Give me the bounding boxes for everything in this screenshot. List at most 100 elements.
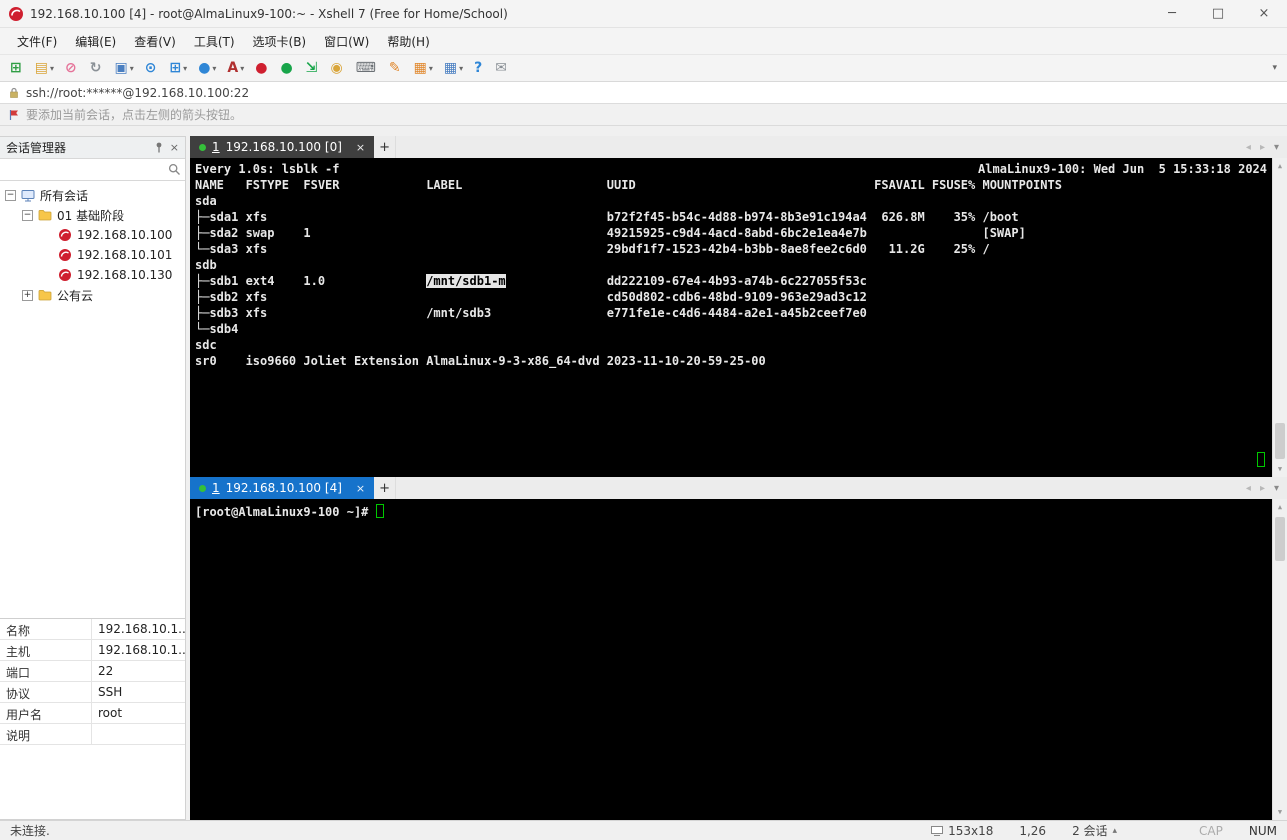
reconnect-button[interactable]: ↻ bbox=[86, 59, 108, 77]
scroll-down-icon[interactable]: ▼ bbox=[1273, 462, 1287, 476]
tab-scroll-right-icon[interactable]: ▸ bbox=[1260, 483, 1265, 494]
tree-item-all-sessions[interactable]: − 所有会话 bbox=[0, 185, 185, 205]
window-title: 192.168.10.100 [4] - root@AlmaLinux9-100… bbox=[30, 6, 508, 21]
tab-scroll-left-icon[interactable]: ◂ bbox=[1246, 483, 1251, 494]
menu-bar: 文件(F) 编辑(E) 查看(V) 工具(T) 选项卡(B) 窗口(W) 帮助(… bbox=[0, 28, 1287, 54]
toolbar-glyph-icon: ● bbox=[280, 60, 293, 76]
new-tab-button[interactable]: + bbox=[374, 136, 397, 158]
tab-scroll-right-icon[interactable]: ▸ bbox=[1260, 142, 1265, 153]
tree-item-session[interactable]: 192.168.10.100 bbox=[0, 225, 185, 245]
pin-icon[interactable] bbox=[154, 142, 164, 153]
toolbar-glyph-icon: ↻ bbox=[89, 60, 102, 76]
xshell-button[interactable]: ● bbox=[251, 59, 273, 77]
help-button[interactable]: ? bbox=[470, 59, 488, 77]
terminal-bottom[interactable]: [root@AlmaLinux9-100 ~]# ▲ ▼ bbox=[190, 499, 1287, 820]
tab-scroll-left-icon[interactable]: ◂ bbox=[1246, 142, 1251, 153]
new-window-button[interactable]: ⊞ ▾ bbox=[165, 59, 191, 77]
tab-session-bottom[interactable]: 1 192.168.10.100 [4] × bbox=[190, 477, 375, 499]
terminal-top[interactable]: Every 1.0s: lsblk -f AlmaLinux9-100: Wed… bbox=[190, 158, 1287, 477]
property-row: 名称 192.168.10.1... bbox=[0, 619, 185, 640]
scrollbar-top[interactable]: ▲ ▼ bbox=[1272, 158, 1287, 477]
xftp-transfer-button[interactable]: ● bbox=[277, 59, 299, 77]
scrollbar-thumb[interactable] bbox=[1275, 517, 1285, 561]
scroll-up-icon[interactable]: ▲ bbox=[1273, 159, 1287, 173]
scrollbar-bottom[interactable]: ▲ ▼ bbox=[1272, 499, 1287, 820]
menu-tools[interactable]: 工具(T) bbox=[185, 29, 244, 54]
new-session-button[interactable]: ⊞ bbox=[6, 59, 28, 77]
tree-expander-icon[interactable]: + bbox=[22, 289, 33, 301]
close-button[interactable]: × bbox=[1241, 0, 1287, 27]
scrollbar-thumb[interactable] bbox=[1275, 423, 1285, 459]
disconnect-button[interactable]: ⊘ bbox=[61, 59, 83, 77]
feedback-button[interactable]: ✉ bbox=[491, 59, 513, 77]
toolbar-buttons: ⊞ ▤▾ ⊘ ↻ ▣▾ ⊙ ⊞▾ ●▾ A▾ ● ● ⇲ ◉ ⌨ ✎ bbox=[6, 59, 516, 77]
menu-tabs[interactable]: 选项卡(B) bbox=[244, 29, 316, 54]
tree-item-session[interactable]: 192.168.10.130 bbox=[0, 265, 185, 285]
sessions-popup-icon[interactable]: ▴ bbox=[1113, 826, 1118, 836]
maximize-button[interactable]: □ bbox=[1195, 0, 1241, 27]
address-url[interactable]: ssh://root:******@192.168.10.100:22 bbox=[26, 86, 249, 100]
toolbar-glyph-icon: ⇲ bbox=[305, 60, 318, 76]
minimize-button[interactable]: ─ bbox=[1149, 0, 1195, 27]
tab-close-icon[interactable]: × bbox=[348, 482, 365, 495]
tree-item-folder-basic[interactable]: − 01 基础阶段 bbox=[0, 205, 185, 225]
lock-screen-button[interactable]: ◉ bbox=[326, 59, 348, 77]
menu-help[interactable]: 帮助(H) bbox=[378, 29, 438, 54]
property-label: 用户名 bbox=[0, 703, 92, 723]
web-tools-button[interactable]: ● ▾ bbox=[194, 59, 220, 77]
property-label: 主机 bbox=[0, 640, 92, 660]
open-session-button[interactable]: ▤ ▾ bbox=[31, 59, 58, 77]
find-button[interactable]: ⊙ bbox=[141, 59, 163, 77]
session-search-input[interactable] bbox=[4, 160, 168, 179]
virtual-keyboard-button[interactable]: ⌨ bbox=[352, 59, 382, 77]
scroll-down-icon[interactable]: ▼ bbox=[1273, 805, 1287, 819]
menu-view[interactable]: 查看(V) bbox=[125, 29, 185, 54]
toolbar-glyph-icon: ⊘ bbox=[64, 60, 77, 76]
menu-edit[interactable]: 编辑(E) bbox=[66, 29, 125, 54]
tree-expander-icon[interactable]: − bbox=[5, 189, 16, 201]
connected-dot-icon bbox=[199, 143, 206, 151]
terminal-area: 1 192.168.10.100 [0] × + ◂ ▸ ▾ Every 1.0… bbox=[190, 136, 1287, 820]
tree-expander-icon[interactable]: − bbox=[22, 209, 33, 221]
tree-item-folder-cloud[interactable]: + 公有云 bbox=[0, 285, 185, 305]
compose-button[interactable]: ✎ bbox=[385, 59, 407, 77]
dropdown-arrow-icon: ▾ bbox=[129, 63, 134, 73]
font-button[interactable]: A ▾ bbox=[223, 59, 248, 77]
tab-list-dropdown-icon[interactable]: ▾ bbox=[1274, 483, 1279, 494]
tree-item-session[interactable]: 192.168.10.101 bbox=[0, 245, 185, 265]
fullscreen-button[interactable]: ⇲ bbox=[302, 59, 324, 77]
terminal-prompt-line: [root@AlmaLinux9-100 ~]# bbox=[190, 499, 1287, 520]
terminal-line: sda bbox=[195, 194, 217, 208]
session-manager-panel: 会话管理器 × − 所有会话 − 01 基础阶段 192.168.10.100 … bbox=[0, 136, 186, 820]
menu-file[interactable]: 文件(F) bbox=[8, 29, 66, 54]
tab-close-icon[interactable]: × bbox=[348, 141, 365, 154]
session-manager-header: 会话管理器 × bbox=[0, 137, 185, 159]
toolbar-glyph-icon: ▤ bbox=[34, 60, 48, 76]
new-tab-button[interactable]: + bbox=[374, 477, 397, 499]
dropdown-arrow-icon: ▾ bbox=[212, 63, 217, 73]
property-row: 主机 192.168.10.1... bbox=[0, 640, 185, 661]
selection-highlight: /mnt/sdb1-m bbox=[426, 274, 506, 288]
scroll-up-icon[interactable]: ▲ bbox=[1273, 500, 1287, 514]
menu-window[interactable]: 窗口(W) bbox=[315, 29, 378, 54]
shell-prompt: [root@AlmaLinux9-100 ~]# bbox=[195, 505, 376, 519]
send-to-all-button[interactable]: ▦ ▾ bbox=[410, 59, 437, 77]
toolbar-glyph-icon: ● bbox=[255, 60, 268, 76]
layout-button[interactable]: ▦ ▾ bbox=[440, 59, 467, 77]
property-value: SSH bbox=[98, 685, 123, 699]
property-label: 名称 bbox=[0, 619, 92, 639]
property-row: 协议 SSH bbox=[0, 682, 185, 703]
session-count-indicator[interactable]: 2 会话 ▴ bbox=[1072, 822, 1117, 839]
terminal-cursor bbox=[375, 504, 384, 518]
session-dialog-button[interactable]: ▣ ▾ bbox=[110, 59, 137, 77]
property-label: 说明 bbox=[0, 724, 92, 744]
status-bar-right: 153x18 1,26 2 会话 ▴ CAP NUM bbox=[931, 822, 1277, 839]
tab-list-dropdown-icon[interactable]: ▾ bbox=[1274, 142, 1279, 153]
panel-close-icon[interactable]: × bbox=[170, 141, 179, 154]
search-icon[interactable] bbox=[168, 163, 181, 176]
info-bar-text: 要添加当前会话，点击左侧的箭头按钮。 bbox=[26, 108, 243, 122]
tab-session-top[interactable]: 1 192.168.10.100 [0] × bbox=[190, 136, 375, 158]
toolbar-overflow-button[interactable]: ▾ bbox=[1272, 63, 1281, 73]
terminal-line: ├─sda1 xfs b72f2f45-b54c-4d88-b974-8b3e9… bbox=[195, 210, 1019, 224]
toolbar-glyph-icon: ⊙ bbox=[144, 60, 157, 76]
